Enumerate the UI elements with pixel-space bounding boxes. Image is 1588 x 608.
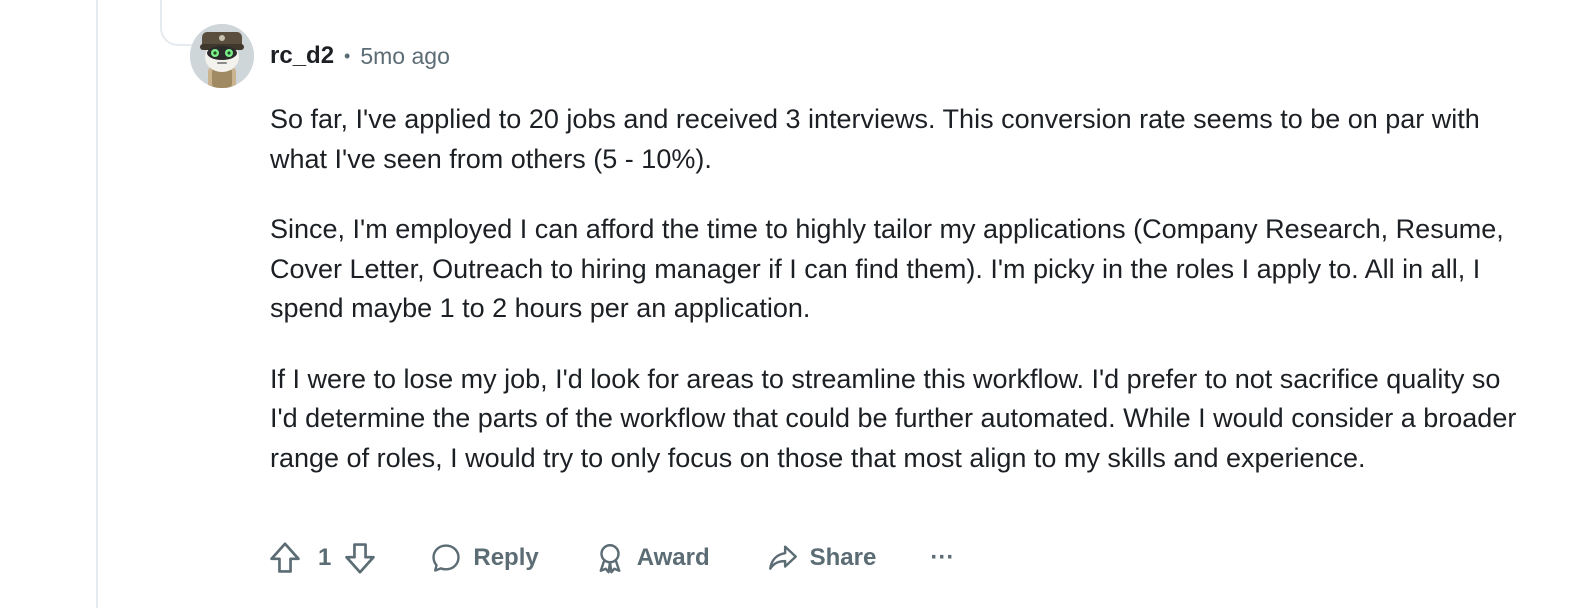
reply-button[interactable]: Reply [429,541,539,575]
thread-connector [160,0,196,46]
comment-paragraph: Since, I'm employed I can afford the tim… [270,214,1504,323]
speech-bubble-icon [432,544,461,572]
comment-meta: rc_d2 • 5mo ago [270,40,450,72]
comment-body: So far, I've applied to 20 jobs and rece… [270,100,1530,509]
timestamp[interactable]: 5mo ago [360,40,450,72]
downvote-arrow-icon [345,543,376,574]
award-label: Award [636,544,710,571]
upvote-button[interactable] [266,539,304,577]
vote-count: 1 [318,544,332,571]
reply-label: Reply [473,544,539,571]
share-label: Share [809,544,877,571]
share-button[interactable]: Share [766,541,877,575]
more-options-button[interactable]: ··· [930,544,954,572]
award-ribbon-icon [599,544,621,574]
comment-paragraph: So far, I've applied to 20 jobs and rece… [270,104,1480,174]
upvote-arrow-icon [270,542,300,573]
thread-line[interactable] [96,0,98,608]
robot-avatar-icon [190,24,254,88]
award-button[interactable]: Award [593,541,710,575]
comment-paragraph: If I were to lose my job, I'd look for a… [270,363,1517,473]
comment-action-bar: 1 Reply Award Share ··· [266,536,954,580]
downvote-button[interactable] [341,539,379,577]
meta-separator: • [344,46,351,66]
ellipsis-icon: ··· [930,544,955,571]
username[interactable]: rc_d2 [270,40,334,72]
avatar[interactable] [190,24,254,88]
share-arrow-icon [768,545,797,570]
